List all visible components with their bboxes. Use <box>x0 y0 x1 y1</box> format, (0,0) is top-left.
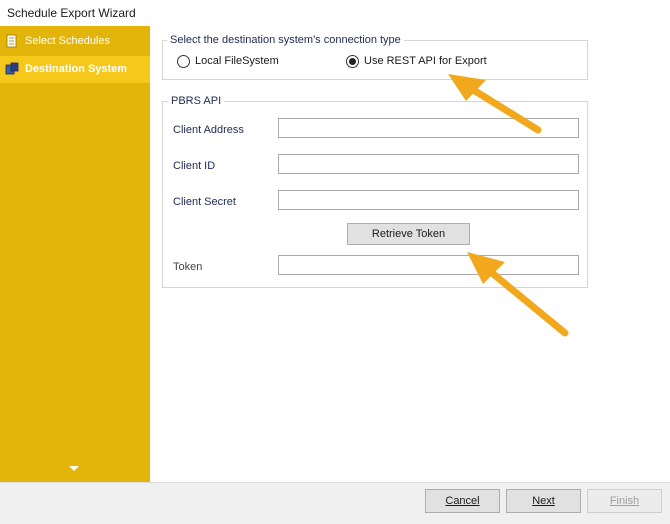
cancel-button-label: Cancel <box>445 495 480 507</box>
client-secret-input[interactable] <box>278 190 579 210</box>
token-input[interactable] <box>278 255 579 275</box>
finish-button-label: Finish <box>609 495 640 507</box>
retrieve-token-button[interactable]: Retrieve Token <box>347 223 470 245</box>
client-address-label: Client Address <box>173 124 244 136</box>
client-address-input[interactable] <box>278 118 579 138</box>
scroll-down-arrow-icon[interactable] <box>69 466 79 471</box>
connection-type-group-title: Select the destination system's connecti… <box>167 34 404 46</box>
window-title: Schedule Export Wizard <box>7 6 136 20</box>
radio-selected-dot <box>349 58 356 65</box>
rest-api-radio[interactable] <box>346 55 359 68</box>
sidebar-item-destination-system[interactable]: Destination System <box>0 56 150 83</box>
client-id-label: Client ID <box>173 160 216 172</box>
document-icon <box>6 34 17 48</box>
title-bar: Schedule Export Wizard <box>0 0 670 26</box>
client-id-input[interactable] <box>278 154 579 174</box>
database-icon <box>5 62 19 75</box>
wizard-sidebar: Select Schedules Destination System <box>0 26 150 482</box>
pbrs-api-group-title: PBRS API <box>168 95 225 107</box>
cancel-button[interactable]: Cancel <box>425 489 500 513</box>
token-label: Token <box>173 261 203 273</box>
local-filesystem-radio[interactable] <box>177 55 190 68</box>
next-button[interactable]: Next <box>506 489 581 513</box>
sidebar-item-label: Select Schedules <box>25 35 110 47</box>
finish-button[interactable]: Finish <box>587 489 662 513</box>
rest-api-label[interactable]: Use REST API for Export <box>364 55 487 67</box>
local-filesystem-label[interactable]: Local FileSystem <box>195 55 279 67</box>
next-button-label: Next <box>532 495 555 507</box>
client-secret-label: Client Secret <box>173 196 236 208</box>
sidebar-item-select-schedules[interactable]: Select Schedules <box>0 28 150 55</box>
sidebar-item-label: Destination System <box>25 63 128 75</box>
